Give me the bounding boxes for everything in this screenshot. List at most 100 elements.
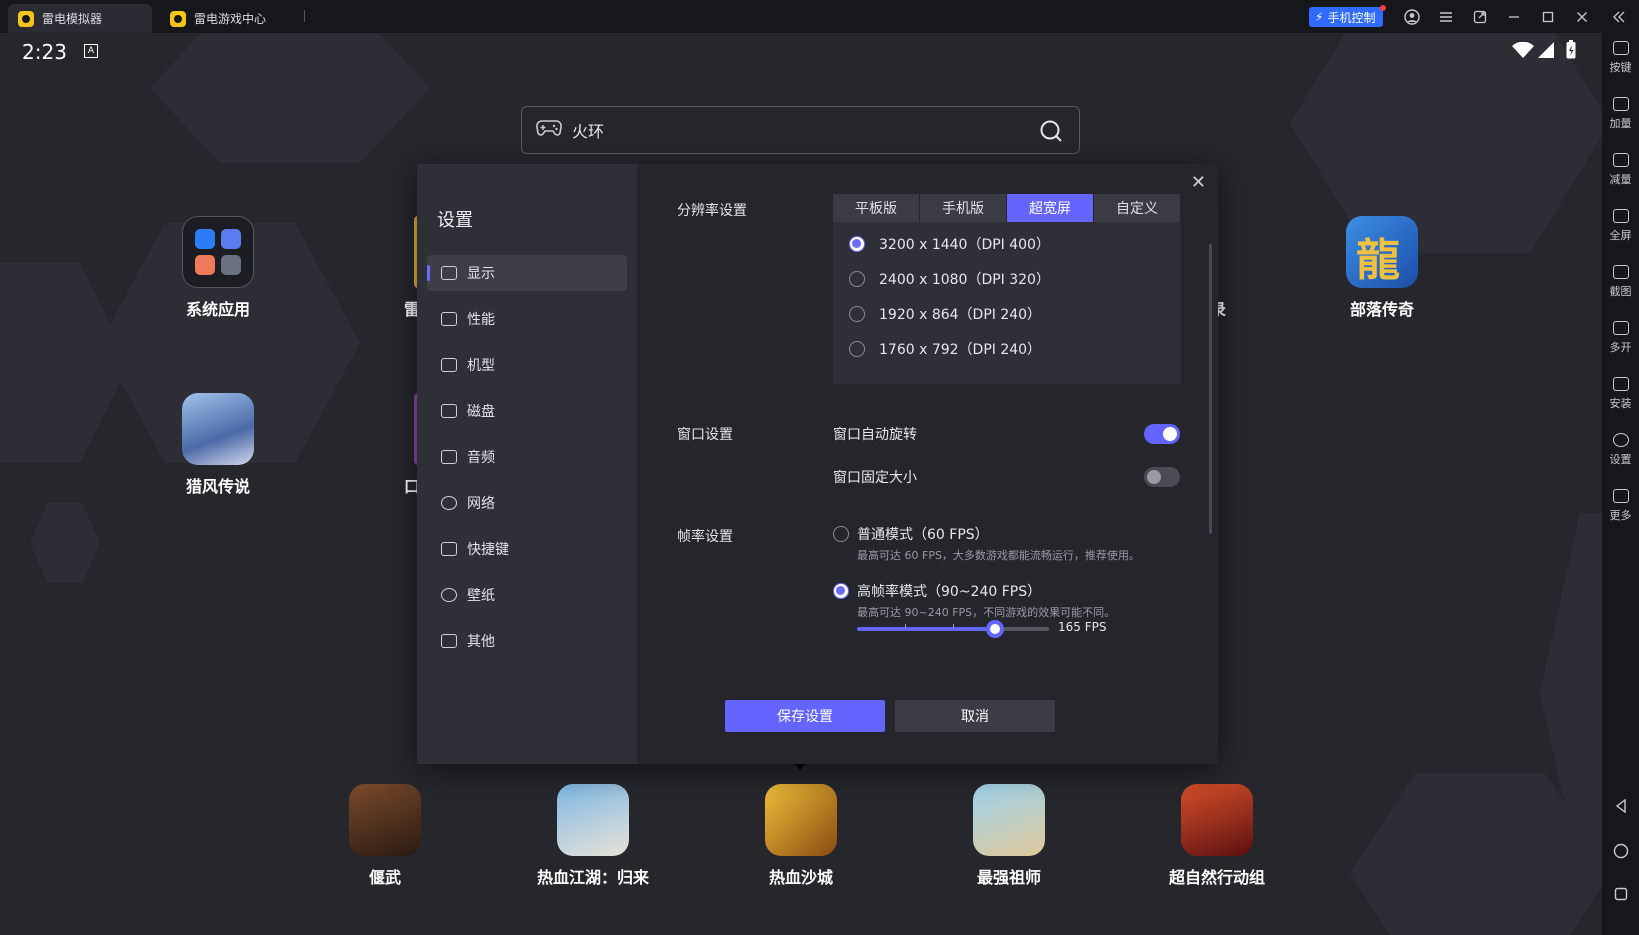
radio[interactable] bbox=[849, 341, 865, 357]
dock-app-supernatural[interactable]: 超自然行动组 bbox=[1157, 784, 1277, 888]
tab-phone[interactable]: 手机版 bbox=[920, 194, 1007, 222]
dock-app-yanwu[interactable]: 偃武 bbox=[325, 784, 445, 888]
hunting-wind-legend-icon bbox=[182, 393, 254, 465]
nav-label: 性能 bbox=[467, 312, 495, 328]
volume-up-button[interactable]: 加量 bbox=[1602, 97, 1639, 131]
nav-other[interactable]: 其他 bbox=[427, 623, 627, 659]
resolution-option-4[interactable]: 1760 x 792（DPI 240） bbox=[849, 339, 1041, 359]
multi-instance-icon bbox=[1612, 321, 1629, 335]
collapse-icon[interactable] bbox=[1610, 8, 1628, 26]
minimize-icon[interactable] bbox=[1505, 8, 1523, 26]
cancel-button[interactable]: 取消 bbox=[895, 700, 1055, 732]
volume-up-icon bbox=[1612, 97, 1629, 111]
home-button[interactable] bbox=[1602, 843, 1639, 862]
fps-normal-option[interactable]: 普通模式（60 FPS） bbox=[833, 524, 989, 544]
app-label: 偃武 bbox=[368, 868, 401, 887]
resolution-option-label: 1760 x 792（DPI 240） bbox=[879, 342, 1042, 358]
search-input[interactable]: 火环 bbox=[572, 118, 604, 142]
menu-icon[interactable] bbox=[1437, 8, 1455, 26]
recents-button[interactable] bbox=[1602, 887, 1639, 904]
fps-high-description: 最高可达 90~240 FPS，不同游戏的效果可能不同。 bbox=[857, 606, 1116, 619]
nav-shortcuts[interactable]: 快捷键 bbox=[427, 531, 627, 567]
search-icon[interactable] bbox=[1039, 119, 1063, 147]
tab-ultrawide[interactable]: 超宽屏 bbox=[1007, 194, 1094, 222]
toggle-knob bbox=[1163, 427, 1177, 441]
dock-app-zuiqiang-zushi[interactable]: 最强祖师 bbox=[949, 784, 1069, 888]
screenshot-label: 截图 bbox=[1609, 285, 1632, 298]
yanwu-icon bbox=[349, 784, 421, 856]
app-partial-1[interactable]: 雷 bbox=[360, 216, 426, 320]
fps-high-option[interactable]: 高帧率模式（90~240 FPS） bbox=[833, 581, 1041, 601]
tab-custom[interactable]: 自定义 bbox=[1094, 194, 1181, 222]
app-partial-2[interactable]: 口 bbox=[360, 393, 424, 497]
app-tribal-legend[interactable]: 龍 部落传奇 bbox=[1322, 216, 1442, 320]
phone-control-label: 手机控制 bbox=[1327, 10, 1376, 25]
app-label: 热血沙城 bbox=[768, 868, 833, 887]
close-icon[interactable] bbox=[1573, 8, 1591, 26]
tab-tablet[interactable]: 平板版 bbox=[833, 194, 920, 222]
nav-network[interactable]: 网络 bbox=[427, 485, 627, 521]
volume-down-label: 减量 bbox=[1609, 173, 1632, 186]
auto-rotate-label: 窗口自动旋转 bbox=[833, 427, 917, 443]
gamepad-icon bbox=[536, 119, 562, 141]
dock-app-rexue-shacheng[interactable]: 热血沙城 bbox=[741, 784, 861, 888]
resolution-option-label: 1920 x 864（DPI 240） bbox=[879, 307, 1042, 323]
nav-wallpaper[interactable]: 壁纸 bbox=[427, 577, 627, 613]
app-system-apps[interactable]: 系统应用 bbox=[158, 216, 278, 320]
resolution-option-2[interactable]: 2400 x 1080（DPI 320） bbox=[849, 269, 1050, 289]
tab-emulator[interactable]: 雷电模拟器 bbox=[8, 4, 152, 33]
popout-icon[interactable] bbox=[1471, 8, 1489, 26]
keymap-button[interactable]: 按键 bbox=[1602, 41, 1639, 75]
fullscreen-label: 全屏 bbox=[1609, 229, 1632, 242]
nav-disk[interactable]: 磁盘 bbox=[427, 393, 627, 429]
settings-button[interactable]: 设置 bbox=[1602, 433, 1639, 467]
performance-icon bbox=[441, 312, 457, 326]
more-button[interactable]: 更多 bbox=[1602, 489, 1639, 523]
save-settings-button[interactable]: 保存设置 bbox=[725, 700, 885, 732]
settings-label: 设置 bbox=[1609, 453, 1632, 466]
nav-display[interactable]: 显示 bbox=[427, 255, 627, 291]
palette-icon bbox=[441, 588, 457, 602]
install-label: 安装 bbox=[1609, 397, 1632, 410]
radio[interactable] bbox=[849, 271, 865, 287]
notification-a-icon: A bbox=[84, 44, 98, 58]
radio[interactable] bbox=[849, 306, 865, 322]
app-hunting-wind-legend[interactable]: 猎风传说 bbox=[158, 393, 278, 497]
multi-instance-button[interactable]: 多开 bbox=[1602, 321, 1639, 355]
settings-scrollbar[interactable] bbox=[1209, 244, 1212, 534]
install-apk-button[interactable]: 安装 bbox=[1602, 377, 1639, 411]
auto-rotate-toggle[interactable] bbox=[1144, 424, 1180, 444]
maximize-icon[interactable] bbox=[1539, 8, 1557, 26]
slider-thumb[interactable] bbox=[986, 620, 1005, 638]
volume-up-label: 加量 bbox=[1609, 117, 1632, 130]
tab-game-center[interactable]: 雷电游戏中心 bbox=[160, 4, 300, 33]
radio-selected[interactable] bbox=[849, 236, 865, 252]
battery-charging-icon bbox=[1566, 40, 1576, 63]
nav-performance[interactable]: 性能 bbox=[427, 301, 627, 337]
phone-control-button[interactable]: ⚡ 手机控制 bbox=[1309, 5, 1387, 27]
nav-audio[interactable]: 音频 bbox=[427, 439, 627, 475]
volume-down-button[interactable]: 减量 bbox=[1602, 153, 1639, 187]
search-bar[interactable]: 火环 bbox=[521, 106, 1080, 154]
dock-app-rexue-jianghu[interactable]: 热血江湖：归来 bbox=[533, 784, 653, 888]
radio[interactable] bbox=[833, 526, 849, 542]
lightning-icon: ⚡ bbox=[1315, 10, 1324, 24]
nav-model[interactable]: 机型 bbox=[427, 347, 627, 383]
nav-label: 网络 bbox=[467, 496, 495, 512]
fullscreen-button[interactable]: 全屏 bbox=[1602, 209, 1639, 243]
app-label: 超自然行动组 bbox=[1168, 868, 1265, 887]
radio-selected[interactable] bbox=[833, 583, 849, 599]
slider-tick bbox=[905, 624, 906, 628]
fixed-size-toggle[interactable] bbox=[1144, 467, 1180, 487]
user-icon[interactable] bbox=[1403, 8, 1421, 26]
screenshot-button[interactable]: 截图 bbox=[1602, 265, 1639, 299]
nav-label: 其他 bbox=[467, 634, 495, 650]
fps-slider[interactable] bbox=[857, 620, 1049, 638]
back-button[interactable] bbox=[1602, 798, 1639, 816]
resolution-option-1[interactable]: 3200 x 1440（DPI 400） bbox=[849, 234, 1050, 254]
fps-normal-label: 普通模式（60 FPS） bbox=[857, 527, 989, 543]
nav-label: 显示 bbox=[467, 266, 495, 282]
toggle-knob bbox=[1147, 470, 1161, 484]
resolution-option-3[interactable]: 1920 x 864（DPI 240） bbox=[849, 304, 1041, 324]
keymap-label: 按键 bbox=[1609, 61, 1632, 74]
